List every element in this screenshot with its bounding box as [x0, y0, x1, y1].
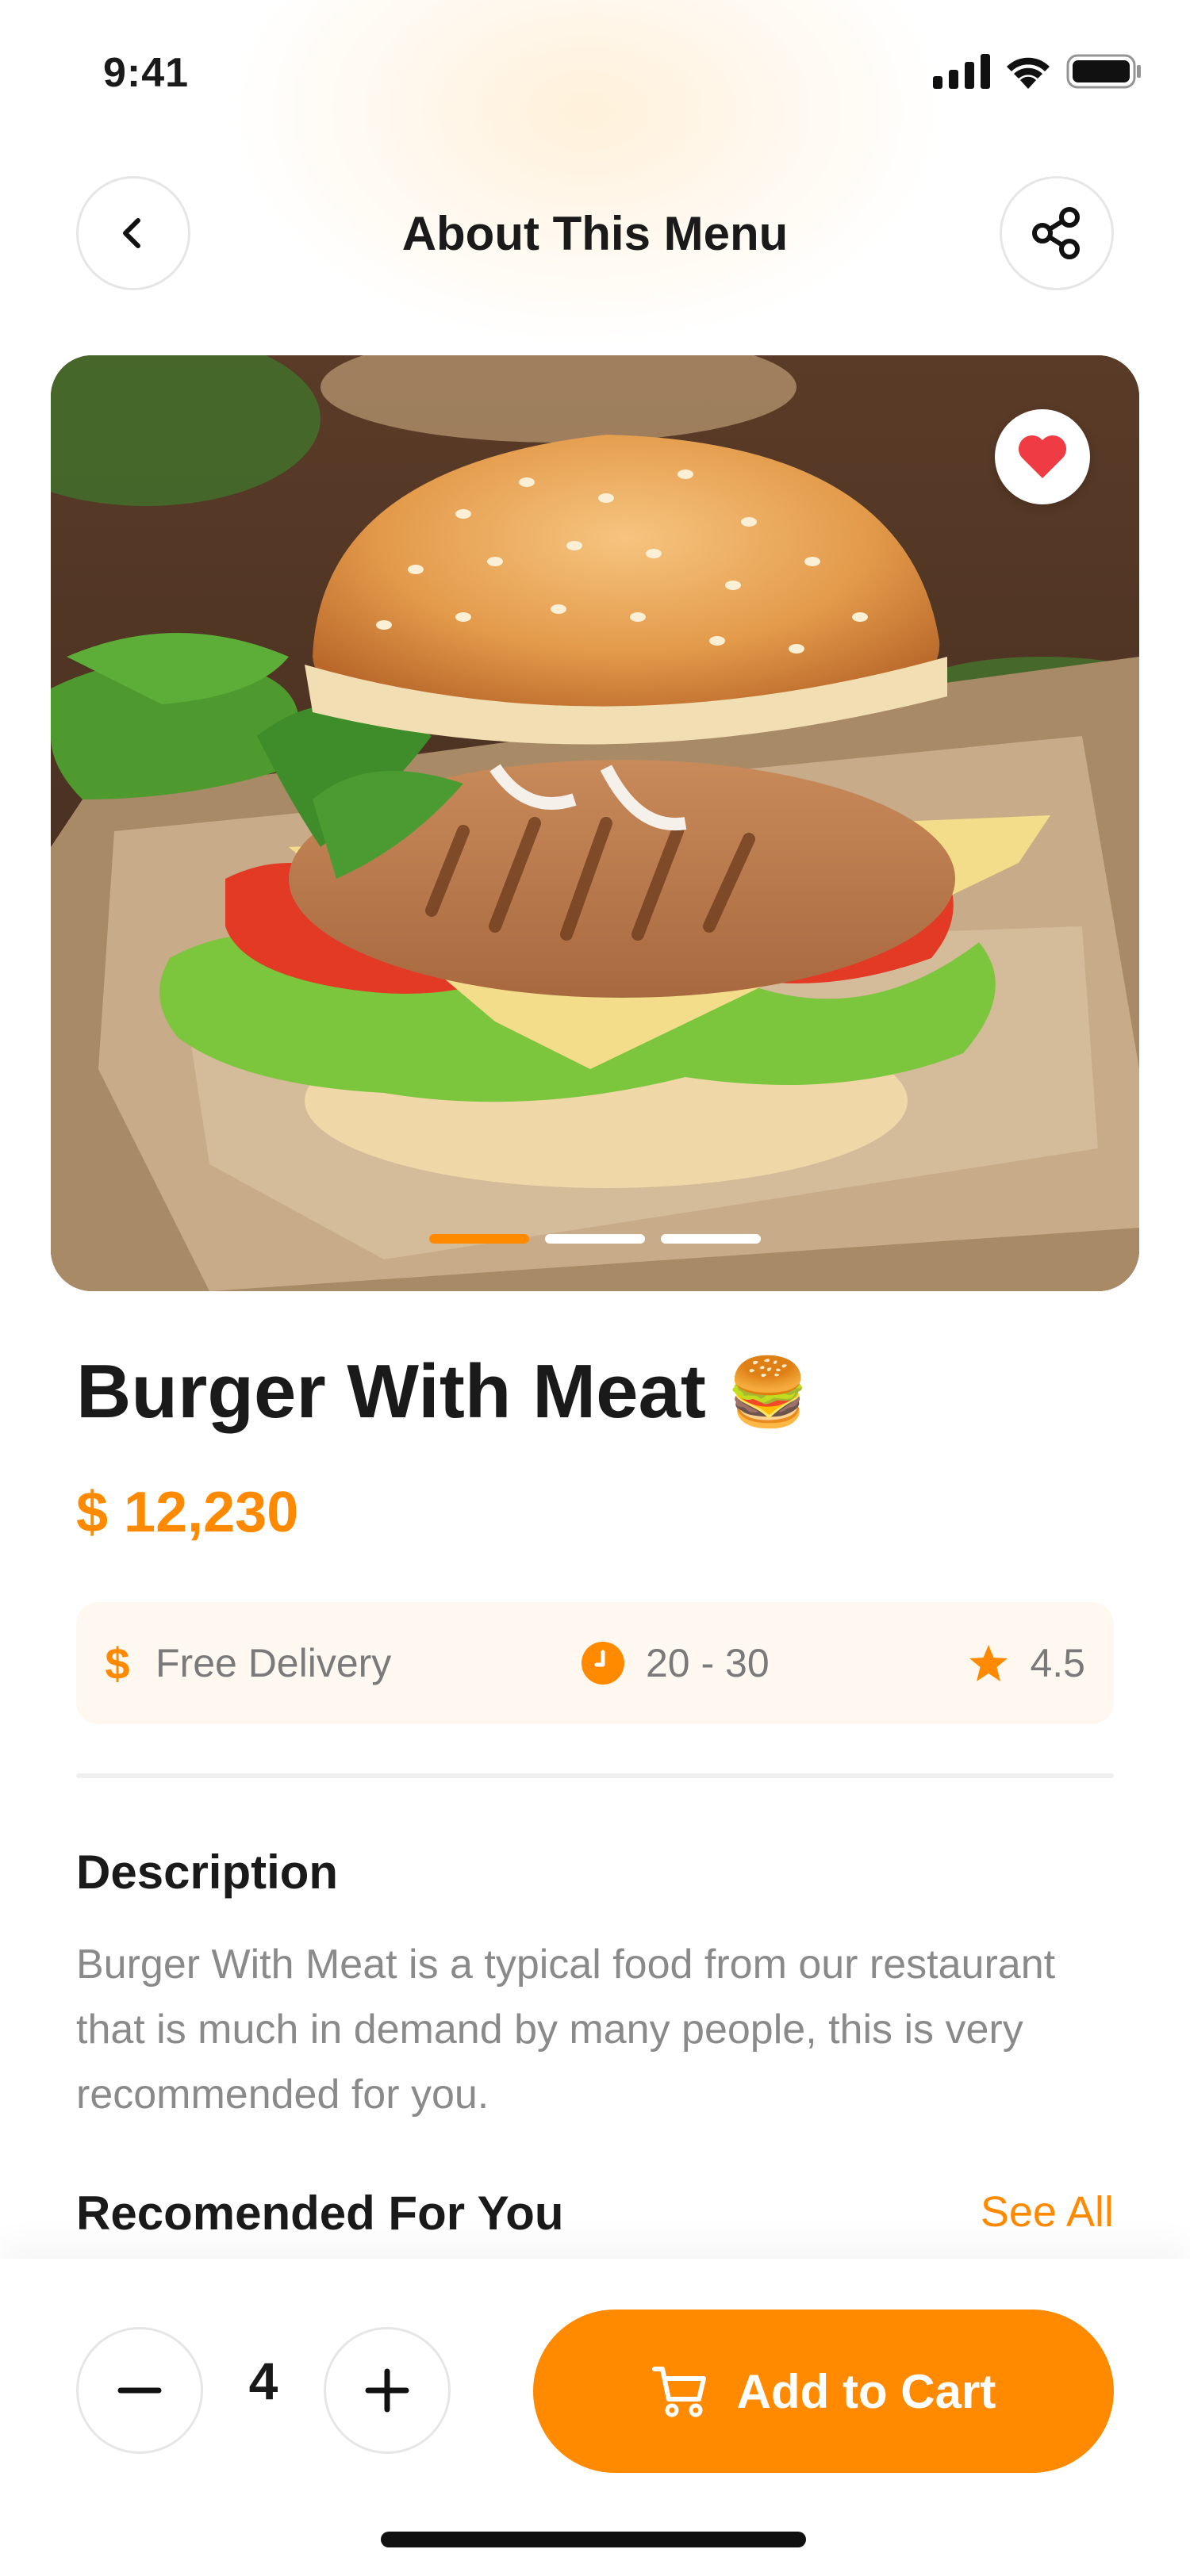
wifi-icon	[1007, 57, 1050, 89]
divider	[76, 1773, 1114, 1778]
favorite-button[interactable]	[995, 409, 1090, 504]
status-time: 9:41	[103, 50, 190, 96]
product-image-carousel[interactable]	[51, 355, 1139, 1291]
see-all-link[interactable]: See All	[981, 2187, 1114, 2237]
share-button[interactable]	[1000, 176, 1114, 290]
add-to-cart-label: Add to Cart	[736, 2364, 996, 2418]
header: About This Menu	[0, 176, 1190, 293]
svg-text:$: $	[105, 1639, 129, 1687]
product-title: Burger With Meat 🍔	[76, 1348, 809, 1436]
home-indicator[interactable]	[381, 2532, 806, 2547]
star-icon	[969, 1645, 1008, 1681]
rating-label: 4.5	[1030, 1641, 1085, 1685]
description-title: Description	[76, 1846, 339, 1899]
description-text: Burger With Meat is a typical food from …	[76, 1942, 1056, 2118]
minus-icon	[117, 2387, 162, 2394]
battery-icon	[1066, 54, 1141, 89]
increase-quantity-button[interactable]	[324, 2327, 451, 2454]
status-icons	[933, 54, 1142, 89]
carousel-dot[interactable]	[661, 1234, 761, 1244]
menu-detail-screen: 9:41 About This Menu Burger With Meat 🍔 …	[0, 0, 1190, 2576]
burger-photo	[51, 355, 1139, 1291]
plus-icon	[365, 2368, 409, 2413]
recommended-title: Recomended For You	[76, 2187, 564, 2240]
carousel-indicator	[51, 1234, 1139, 1244]
cart-icon	[651, 2367, 706, 2417]
delivery-time-info: 20 - 30	[581, 1602, 770, 1724]
share-icon	[1032, 207, 1080, 259]
status-bar: 9:41	[0, 0, 1190, 151]
quantity-value: 4	[248, 2352, 278, 2410]
clock-icon	[582, 1642, 624, 1685]
bottom-action-bar: 4 Add to Cart	[0, 2259, 1190, 2576]
rating-info: 4.5	[968, 1602, 1085, 1724]
dollar-icon: $	[105, 1639, 129, 1687]
product-price: $ 12,230	[76, 1481, 299, 1544]
burger-emoji-icon: 🍔	[726, 1354, 810, 1429]
carousel-dot[interactable]	[545, 1234, 645, 1244]
heart-icon	[1018, 435, 1067, 478]
delivery-label: Free Delivery	[155, 1641, 392, 1685]
info-card: $ Free Delivery 20 - 30 4.5	[76, 1602, 1114, 1724]
add-to-cart-button[interactable]: Add to Cart	[533, 2310, 1114, 2473]
carousel-dot-active[interactable]	[429, 1234, 529, 1244]
delivery-info: $ Free Delivery	[100, 1602, 391, 1724]
delivery-time-label: 20 - 30	[646, 1641, 770, 1685]
cellular-signal-icon	[933, 54, 990, 89]
decrease-quantity-button[interactable]	[76, 2327, 203, 2454]
product-name: Burger With Meat	[76, 1349, 706, 1434]
